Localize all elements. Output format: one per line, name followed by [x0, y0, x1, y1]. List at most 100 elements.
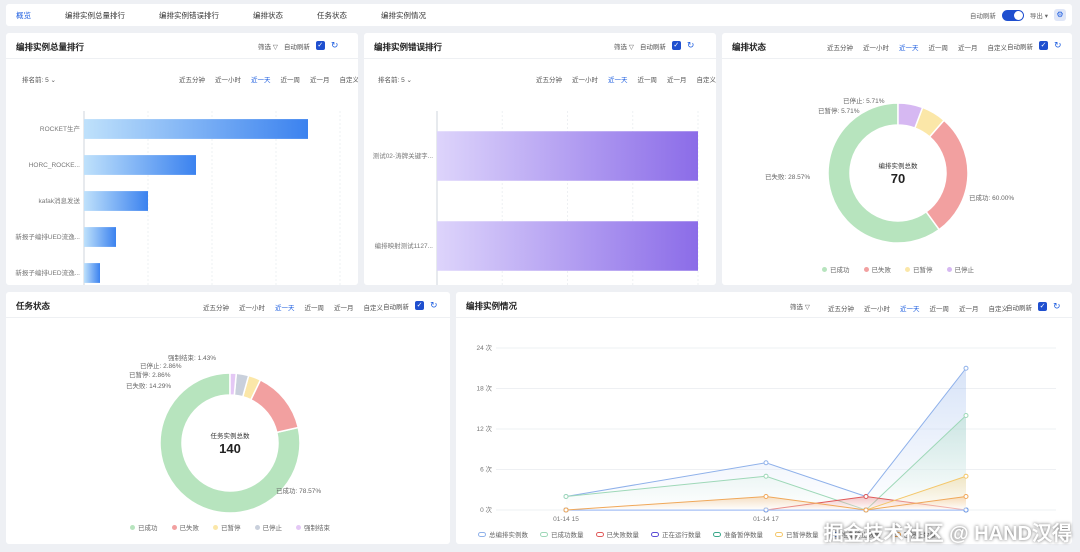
pie-slice [925, 119, 969, 231]
slice-label: 已停止: 2.86% [140, 361, 182, 370]
bar [84, 191, 148, 211]
legend-label: 强制结束 [304, 525, 330, 532]
tab-instance-situation[interactable]: 编排实例情况 [381, 10, 426, 21]
legend-label: 已暂停数量 [786, 532, 819, 539]
legend-label: 已停止 [262, 525, 283, 532]
x-tick-label: 01-14 15 [553, 516, 579, 523]
tab-overview[interactable]: 概览 [16, 10, 31, 21]
category-label: 新报子编排UED流逸... [15, 268, 80, 277]
donut-center-label: 任务实例总数 [211, 431, 251, 440]
gear-icon[interactable]: ⚙ [1054, 9, 1066, 21]
error-ranking-panel: 编排实例错误排行 筛选 ▽ 自动刷新 ✓ ↻ 排名前: 5 ⌄ 近五分钟 近一小… [364, 33, 716, 285]
legend-item[interactable]: 强制结束 [296, 522, 330, 532]
orchestration-status-donut: 已成功: 60.00% 已失败: 28.57% 已暂停: 5.71%已停止: 5.7… [765, 96, 1014, 244]
legend-item[interactable]: 总编排实例数 [478, 529, 528, 539]
legend-dot [905, 266, 910, 272]
legend-item[interactable]: 已暂停数量 [775, 529, 819, 539]
legend-label: 已成功 [138, 525, 158, 532]
legend-item[interactable]: 已暂停 [213, 522, 241, 532]
pie-slice [229, 372, 238, 397]
slice-label: 已停止: 5.71% [843, 96, 885, 105]
tab-orchestration-status[interactable]: 编排状态 [253, 10, 283, 21]
legend-label: 正在运行数量 [662, 532, 701, 539]
legend-dot [171, 524, 177, 530]
chart-legend: 已成功 已失败 已暂停 已停止 强制结束 [130, 522, 330, 532]
slice-label: 已失败: 28.57% [765, 172, 810, 181]
legend-dot [254, 524, 260, 530]
export-button[interactable]: 导出 ▾ [1030, 10, 1048, 20]
slice-label: 已成功: 60.00% [969, 193, 1014, 202]
bar [84, 263, 100, 283]
tab-total-ranking[interactable]: 编排实例总量排行 [65, 10, 125, 21]
y-tick-label: 6 次 [480, 465, 492, 474]
donut-center-label: 编排实例总数 [879, 161, 919, 170]
legend-label: 已成功 [830, 267, 850, 274]
data-point [763, 494, 769, 499]
slice-label: 已失败: 14.29% [126, 381, 171, 390]
legend-item[interactable]: 已成功 [822, 264, 850, 274]
header-controls: 自动刷新 导出 ▾ ⚙ [970, 4, 1066, 26]
data-point [863, 507, 869, 513]
tab-task-status[interactable]: 任务状态 [317, 10, 347, 21]
chart-legend: 已成功 已失败 已暂停 已停止 [822, 264, 974, 274]
legend-item[interactable]: 正在运行数量 [651, 529, 701, 539]
auto-refresh-label: 自动刷新 [969, 13, 996, 20]
error-ranking-chart: 00.250.50.751测试02-涛牌关键字...编排映射测试1127... [373, 111, 699, 285]
total-ranking-panel: 编排实例总量排行 筛选 ▽ 自动刷新 ✓ ↻ 排名前: 5 ⌄ 近五分钟 近一小… [6, 33, 358, 285]
legend-item[interactable]: 准备暂停数量 [713, 529, 763, 539]
category-label: 新报子编排UED流逸... [15, 232, 80, 241]
legend-label: 准备暂停数量 [724, 532, 763, 539]
legend-dot [130, 524, 135, 530]
donut-center-value: 140 [219, 441, 241, 456]
legend-marker [713, 531, 721, 537]
instance-situation-line-chart: 0 次 6 次 12 次 18 次 24 次 01-14 15 01-14 17 [476, 343, 1056, 523]
legend-item[interactable]: 已成功 [130, 522, 158, 532]
legend-label: 已成功数量 [551, 532, 584, 539]
legend-label: 总编排实例数 [489, 532, 528, 539]
legend-dot [863, 266, 869, 272]
legend-marker [595, 531, 604, 537]
slice-label: 已暂停: 5.71% [818, 106, 860, 115]
y-tick-label: 18 次 [476, 384, 492, 393]
legend-item[interactable]: 已失败数量 [595, 529, 639, 539]
legend-label: 已暂停 [913, 267, 933, 274]
legend-marker [478, 531, 486, 537]
data-point [963, 494, 969, 499]
category-label: 编排映射测试1127... [375, 241, 434, 250]
bar [84, 155, 196, 175]
legend-dot [296, 524, 301, 530]
slice-label: 已成功: 78.57% [276, 486, 321, 495]
slice-label: 已暂停: 2.86% [129, 370, 171, 379]
legend-label: 已停止 [954, 267, 975, 274]
data-point [563, 494, 569, 499]
legend-item[interactable]: 已暂停 [905, 264, 933, 274]
x-tick-label: 01-14 17 [753, 516, 779, 523]
export-label: 导出 [1029, 13, 1043, 20]
watermark: 掘金技术社区 @ HAND汉得 [823, 523, 1072, 545]
donut-center-value: 70 [891, 171, 905, 186]
data-point [763, 460, 769, 466]
data-point [963, 473, 969, 479]
data-point [963, 365, 969, 371]
bar [437, 131, 698, 181]
data-point [763, 473, 769, 479]
slice-label: 强制结束: 1.43% [168, 353, 216, 362]
category-label: ROCKET生产 [40, 124, 81, 133]
legend-item[interactable]: 已失败 [171, 522, 199, 532]
legend-item[interactable]: 已成功数量 [540, 529, 584, 539]
tab-error-ranking[interactable]: 编排实例错误排行 [159, 10, 219, 21]
legend-item[interactable]: 已失败 [863, 264, 891, 274]
pie-slice [249, 378, 300, 434]
task-status-panel: 任务状态 近五分钟 近一小时 近一天 近一周 近一月 自定义 自动刷新 ✓ ↻ … [6, 292, 450, 544]
bar [437, 221, 698, 271]
top-tab-bar: 概览 编排实例总量排行 编排实例错误排行 编排状态 任务状态 编排实例情况 自动… [6, 4, 1072, 26]
auto-refresh-toggle[interactable] [1001, 9, 1024, 21]
legend-item[interactable]: 已停止 [254, 522, 283, 532]
legend-dot [822, 266, 827, 272]
bar [84, 119, 308, 139]
legend-marker [651, 531, 659, 537]
legend-item[interactable]: 已停止 [946, 264, 975, 274]
y-tick-label: 12 次 [476, 424, 492, 433]
data-point [563, 507, 569, 513]
instance-situation-panel: 编排实例情况 筛选 ▽ 近五分钟 近一小时 近一天 近一周 近一月 自定义 自动… [456, 292, 1072, 544]
